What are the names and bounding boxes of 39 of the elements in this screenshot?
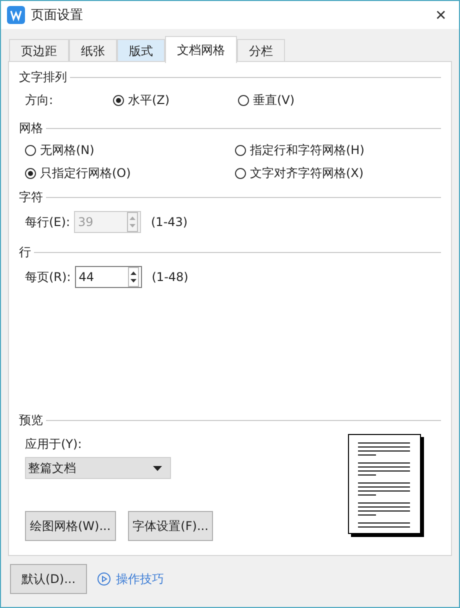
radio-button[interactable]: 文字对齐字符网格(X) [235, 165, 441, 182]
tips-link[interactable]: 操作技巧 [97, 570, 164, 588]
number-spinner[interactable]: 44 [74, 266, 142, 288]
close-button[interactable]: ✕ [429, 7, 453, 23]
radio-icon[interactable] [235, 168, 246, 179]
radio-icon[interactable] [25, 145, 36, 156]
radio-icon[interactable] [238, 94, 249, 106]
tab[interactable]: 版式 [117, 39, 165, 63]
dialog-button[interactable]: 绘图网格(W)... [25, 511, 116, 541]
tab[interactable]: 文档网格 [165, 36, 237, 63]
radio-button[interactable]: 只指定行网格(O) [25, 165, 235, 182]
radio-button[interactable]: 无网格(N) [25, 142, 235, 159]
radio-button[interactable]: 垂直(V) [238, 92, 363, 108]
radio-icon[interactable] [113, 94, 124, 106]
window-title: 页面设置 [31, 7, 84, 24]
tab[interactable]: 纸张 [69, 39, 117, 63]
section-title: 字符 [19, 188, 43, 206]
radio-button[interactable]: 指定行和字符网格(H) [235, 142, 441, 159]
radio-icon[interactable] [25, 168, 36, 179]
app-logo-icon [7, 6, 25, 24]
field-label: 每行(E): [25, 214, 70, 230]
apply-to-label: 应用于(Y): [25, 436, 83, 453]
field-label: 每页(R): [25, 268, 71, 286]
dialog-button[interactable]: 字体设置(F)... [128, 511, 214, 541]
direction-label: 方向: [25, 92, 54, 108]
section-title: 文字排列 [19, 68, 67, 86]
tab[interactable]: 分栏 [237, 39, 285, 63]
default-button[interactable]: 默认(D)... [10, 564, 87, 594]
tab[interactable]: 页边距 [9, 39, 69, 63]
apply-to-dropdown[interactable]: 整篇文档 [25, 457, 171, 479]
range-hint: (1-48) [152, 270, 188, 284]
section-title: 预览 [19, 412, 43, 428]
section-title: 网格 [19, 120, 43, 136]
radio-button[interactable]: 水平(Z) [113, 92, 238, 108]
section-title: 行 [19, 244, 31, 260]
caret-icon [153, 466, 162, 470]
play-icon [97, 572, 111, 586]
range-hint: (1-43) [151, 215, 188, 229]
radio-icon[interactable] [235, 145, 246, 156]
